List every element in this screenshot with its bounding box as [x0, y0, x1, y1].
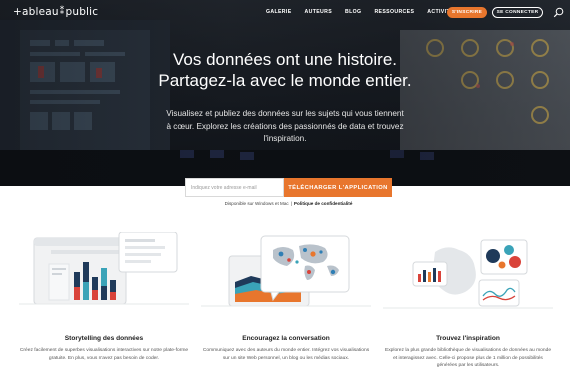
- hero-subheadline: Visualisez et publiez des données sur le…: [166, 109, 404, 143]
- tableau-public-logo[interactable]: +ableau⁑public: [13, 6, 98, 18]
- separator: |: [290, 201, 292, 206]
- availability-text: Disponible sur Windows et Mac: [224, 201, 289, 206]
- privacy-policy-link[interactable]: Politique de confidentialité: [294, 201, 352, 206]
- search-icon[interactable]: [553, 7, 564, 18]
- login-button[interactable]: SE CONNECTER: [492, 7, 543, 18]
- storytelling-illustration: [19, 232, 189, 305]
- feature-title: Trouvez l'inspiration: [436, 335, 500, 342]
- logo-mark: ⁑: [59, 7, 65, 17]
- inspiration-illustration: [383, 239, 553, 309]
- signup-form: TÉLÉCHARGER L'APPLICATION: [185, 178, 392, 197]
- hero-headline: Vos données ont une histoire. Partagez-l…: [158, 50, 412, 90]
- feature-description: Explorez la plus grande bibliothèque de …: [384, 348, 552, 368]
- nav-link-auteurs[interactable]: AUTEURS: [305, 9, 333, 15]
- logo-suffix: public: [65, 6, 99, 18]
- nav-link-blog[interactable]: BLOG: [345, 9, 361, 15]
- top-navigation: +ableau⁑public GALERIE AUTEURS BLOG RESS…: [0, 0, 570, 24]
- conversation-illustration: [201, 235, 371, 307]
- feature-title: Encouragez la conversation: [242, 335, 330, 342]
- feature-description: Communiquez avec des auteurs du monde en…: [202, 348, 370, 361]
- nav-link-galerie[interactable]: GALERIE: [266, 9, 292, 15]
- nav-links: GALERIE AUTEURS BLOG RESSOURCES ACTIVITÉ: [266, 9, 467, 15]
- availability-note: Disponible sur Windows et Mac | Politique …: [185, 201, 392, 206]
- nav-link-ressources[interactable]: RESSOURCES: [374, 9, 414, 15]
- hero-section: +ableau⁑public GALERIE AUTEURS BLOG RESS…: [0, 0, 570, 186]
- signup-button[interactable]: S'INSCRIRE: [447, 7, 487, 18]
- email-field[interactable]: [185, 178, 284, 197]
- hero-overlay: [0, 0, 570, 186]
- logo-wordmark: +ableau: [13, 6, 59, 18]
- feature-title: Storytelling des données: [64, 335, 144, 342]
- feature-description: Créez facilement de superbes visualisati…: [19, 348, 189, 361]
- download-app-button[interactable]: TÉLÉCHARGER L'APPLICATION: [284, 178, 392, 197]
